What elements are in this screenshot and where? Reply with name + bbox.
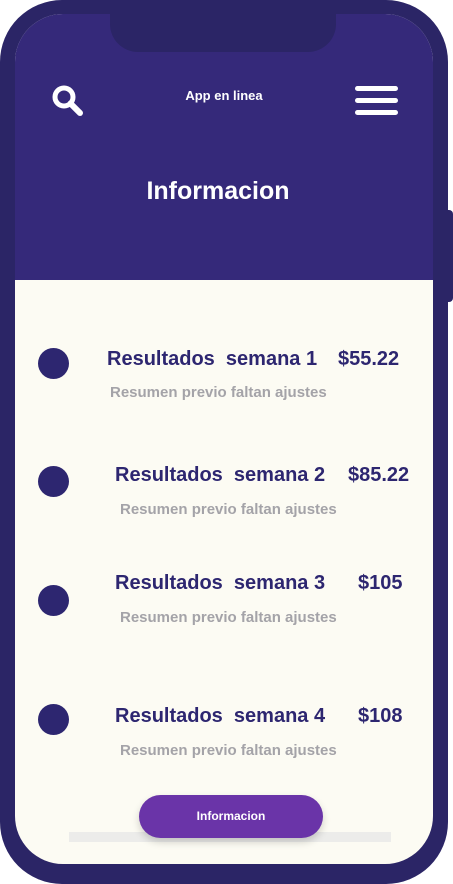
list-item[interactable]: Resultados semana 1 $55.22 Resumen previ… — [15, 334, 433, 414]
item-subtitle: Resumen previo faltan ajustes — [120, 609, 337, 626]
screen: App en linea Informacion Resultados sema… — [15, 14, 433, 864]
phone-notch — [110, 14, 336, 52]
item-title: Resultados semana 4 — [115, 705, 326, 727]
informacion-button[interactable]: Informacion — [139, 795, 323, 838]
page-title: Informacion — [146, 177, 290, 205]
item-bullet — [38, 585, 69, 616]
item-price: $105 — [358, 572, 403, 594]
menu-button[interactable] — [355, 84, 398, 118]
item-subtitle: Resumen previo faltan ajustes — [120, 501, 337, 518]
item-title: Resultados semana 2 — [115, 464, 326, 486]
item-subtitle: Resumen previo faltan ajustes — [110, 384, 327, 401]
item-price: $55.22 — [338, 348, 400, 370]
item-bullet — [38, 704, 69, 735]
item-bullet — [38, 466, 69, 497]
item-bullet — [38, 348, 69, 379]
item-title: Resultados semana 1 — [107, 348, 318, 370]
list-item[interactable]: Resultados semana 2 $85.22 Resumen previ… — [15, 450, 433, 530]
item-price: $108 — [358, 705, 403, 727]
phone-frame: App en linea Informacion Resultados sema… — [0, 0, 448, 884]
list-item[interactable]: Resultados semana 3 $105 Resumen previo … — [15, 572, 433, 652]
item-price: $85.22 — [348, 464, 410, 486]
item-subtitle: Resumen previo faltan ajustes — [120, 742, 337, 759]
app-header: App en linea Informacion — [15, 14, 433, 280]
list-item[interactable]: Resultados semana 4 $108 Resumen previo … — [15, 704, 433, 784]
side-button — [446, 210, 453, 302]
item-title: Resultados semana 3 — [115, 572, 326, 594]
